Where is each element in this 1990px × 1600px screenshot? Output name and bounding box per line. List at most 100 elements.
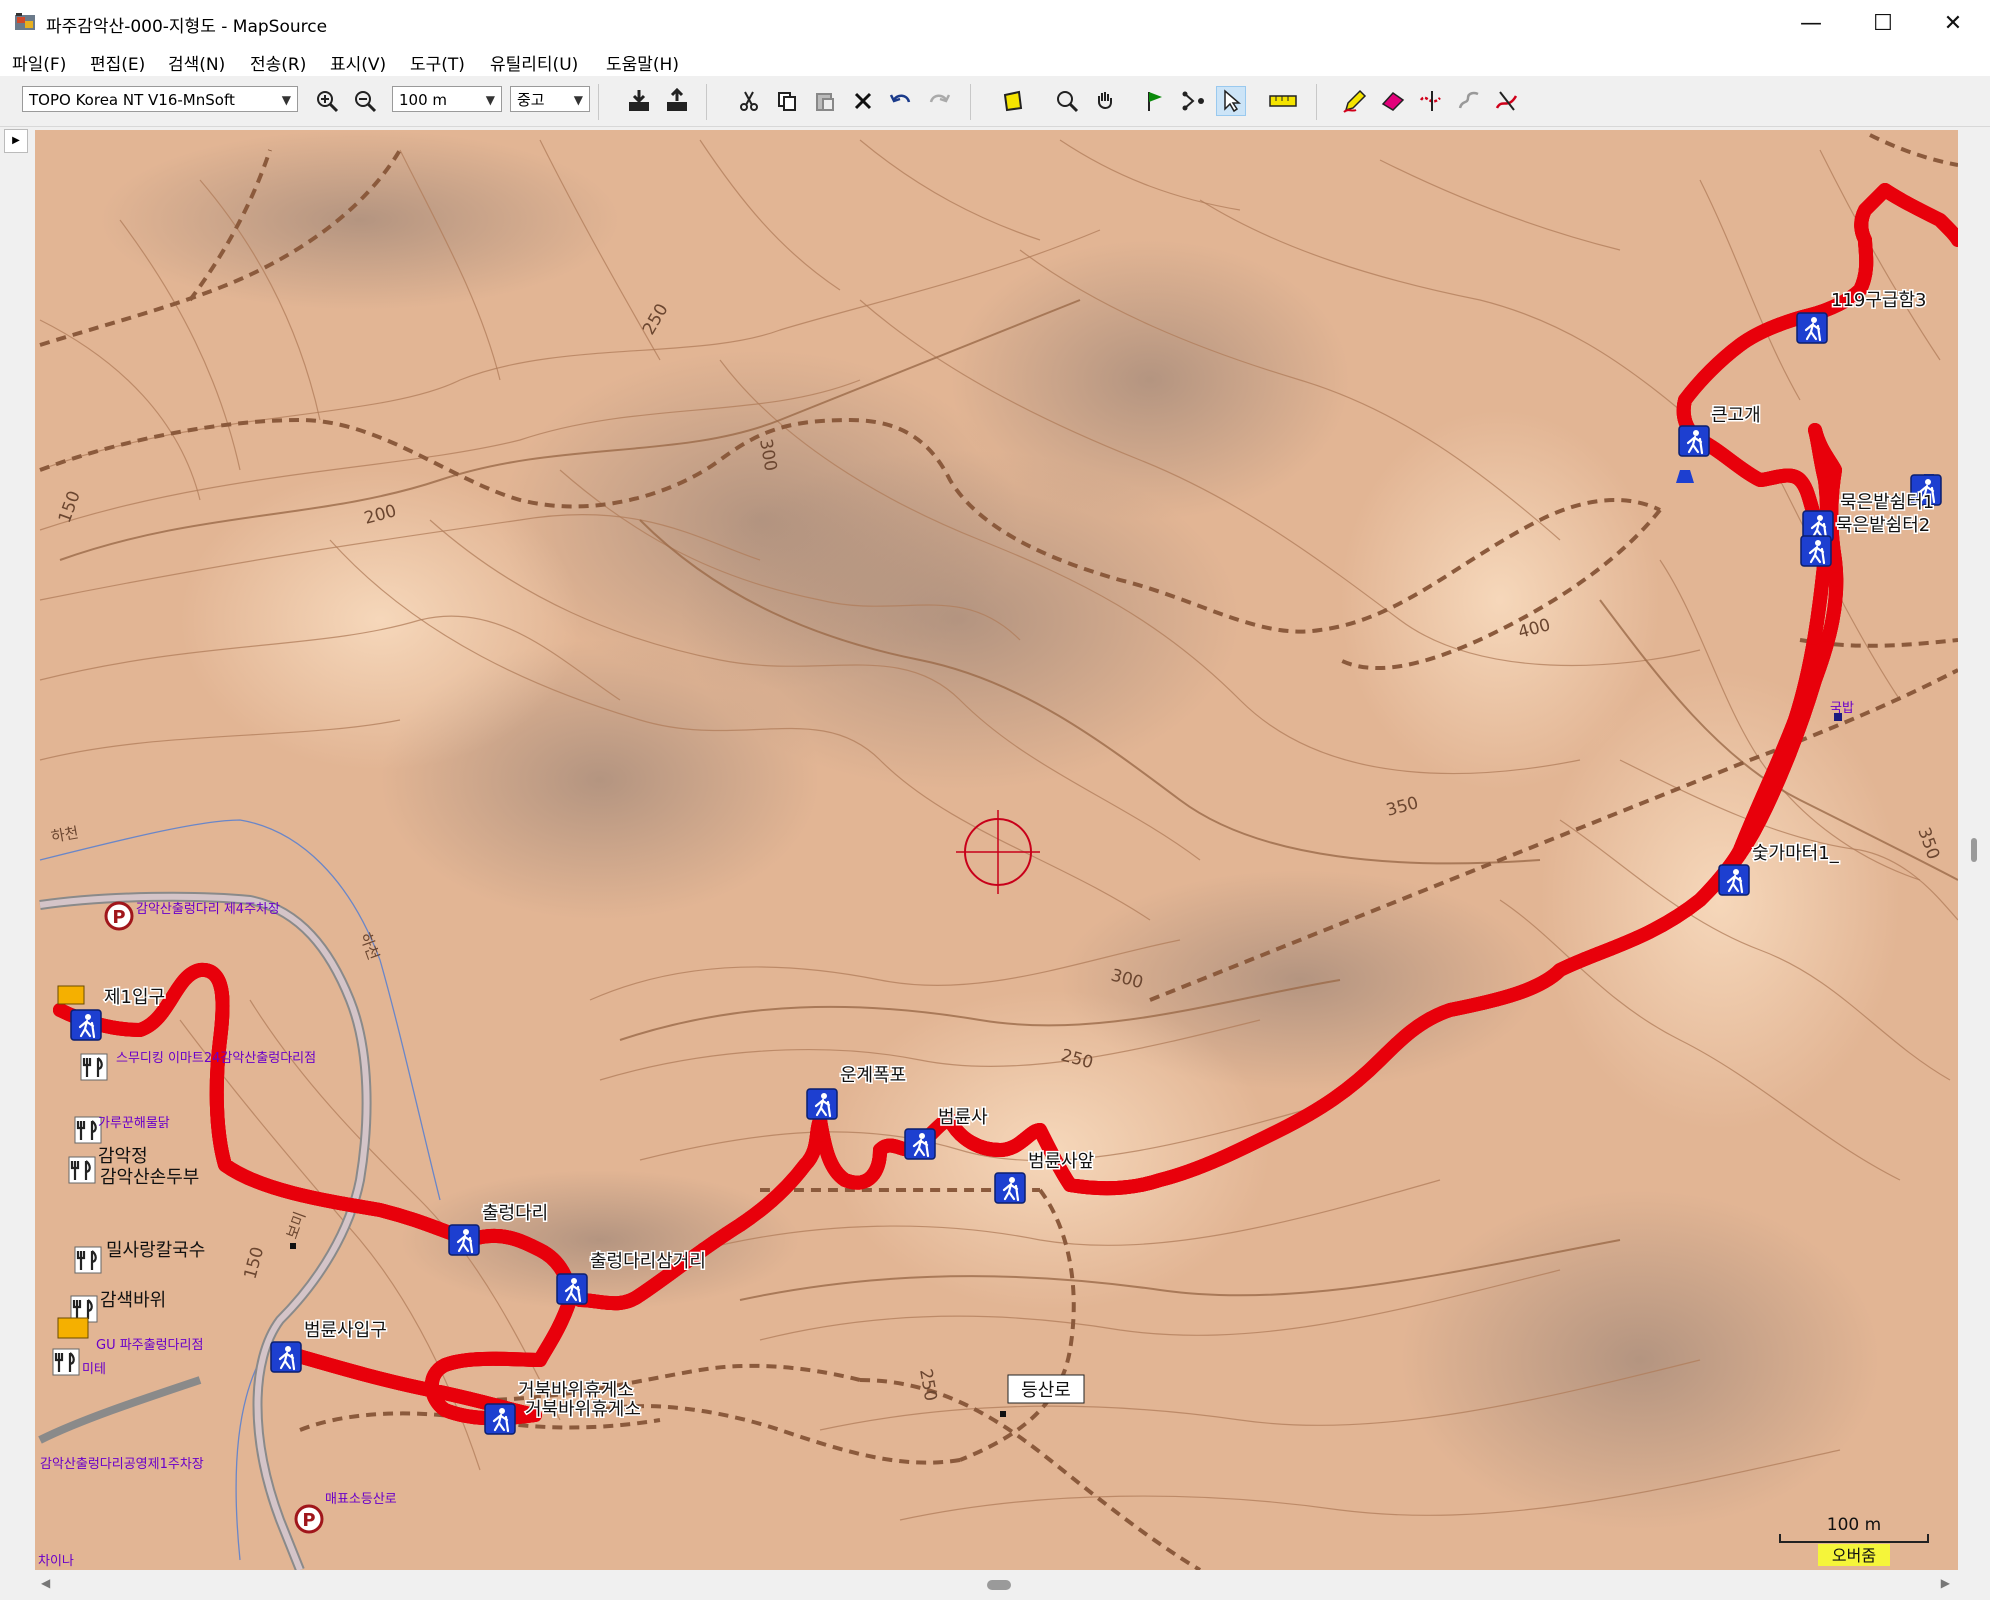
waypoint-label: 범륜사 [938,1107,988,1128]
poi-label: 밀사랑칼국수 [106,1240,205,1261]
map-view[interactable]: P [35,130,1958,1570]
expand-panel-button[interactable]: ▶ [4,129,28,153]
menu-help[interactable]: 도움말(H) [606,50,679,75]
poi-label: 감악정 [98,1146,148,1167]
restaurant-icon [51,1347,81,1377]
waypoint-hiker-icon [555,1272,589,1306]
restaurant-icon [67,1155,97,1185]
route-tool-icon[interactable] [1178,86,1208,116]
menu-transfer[interactable]: 전송(R) [250,50,306,75]
vertical-scrollbar[interactable] [1960,130,1990,1570]
title-bar: 파주감악산-000-지형도 - MapSource — ☐ ✕ [0,0,1990,46]
track-tool-icon[interactable] [1492,86,1522,116]
waypoint-hiker-icon [1677,424,1711,458]
send-to-device-icon[interactable] [662,86,692,116]
poi-label: GU 파주출렁다리점 [96,1338,203,1353]
waypoint-hiker-icon [805,1087,839,1121]
copy-icon[interactable] [772,86,802,116]
poi-label: 감악산손두부 [100,1167,199,1188]
waypoint-hiker-icon [447,1223,481,1257]
menu-search[interactable]: 검색(N) [168,50,225,75]
toolbar-separator [706,84,707,120]
delete-icon[interactable] [848,86,878,116]
waypoint-label: 묵은밭쉼터1 [1840,492,1934,513]
waypoint-label: 운계폭포 [840,1065,906,1086]
divide-track-icon[interactable] [1416,86,1446,116]
scroll-thumb[interactable] [1971,838,1977,862]
maximize-button[interactable]: ☐ [1848,0,1918,46]
detail-level-value: 중고 [517,91,545,109]
menu-bar: 파일(F) 편집(E) 검색(N) 전송(R) 표시(V) 도구(T) 유틸리티… [0,46,1990,76]
menu-edit[interactable]: 편집(E) [90,50,145,75]
poi-label: 감악산출렁다리공영제1주차장 [40,1457,204,1472]
poi-label: 감악산출렁다리 제4주차장 [136,902,280,917]
pan-hand-icon[interactable] [1090,86,1120,116]
horizontal-scrollbar[interactable]: ◀ ▶ [35,1572,1958,1598]
paste-icon[interactable] [810,86,840,116]
map-product-select[interactable]: TOPO Korea NT V16-MnSoft ▼ [22,86,298,112]
zoom-tool-icon[interactable] [1052,86,1082,116]
map-select-icon[interactable] [998,86,1028,116]
shop-icon [57,985,85,1005]
waypoint-label: 숯가마터1_ [1752,843,1840,864]
waypoint-hiker-icon [483,1402,517,1436]
close-button[interactable]: ✕ [1918,0,1988,46]
undo-icon[interactable] [886,86,916,116]
waypoint-label: 출렁다리 [482,1203,548,1224]
chevron-down-icon: ▼ [573,93,583,107]
poi-label: 매표소등산로 [325,1492,397,1507]
pencil-track-icon[interactable] [1340,86,1370,116]
selection-pointer-icon[interactable] [1216,86,1246,116]
waypoint-label: 범륜사앞 [1028,1151,1094,1172]
detail-level-select[interactable]: 중고 ▼ [510,86,590,112]
eraser-icon[interactable] [1378,86,1408,116]
waypoint-hiker-icon [1717,863,1751,897]
toolbar-separator [1316,84,1317,120]
scroll-thumb[interactable] [987,1580,1011,1590]
zoom-scale-value: 100 m [399,91,448,109]
waypoint-hiker-icon [903,1127,937,1161]
poi-label: 차이나 [38,1554,74,1569]
poi-label: 감색바위 [100,1290,166,1311]
waypoint-label: 출렁다리삼거리 [590,1251,706,1272]
map-canvas[interactable]: P [35,130,1958,1570]
waypoint-hiker-icon [69,1008,103,1042]
scroll-left-icon[interactable]: ◀ [41,1576,50,1590]
toolbar: TOPO Korea NT V16-MnSoft ▼ 100 m ▼ 중고 ▼ [0,78,1990,127]
trail-label: 등산로 [1021,1380,1071,1401]
parking-icon [104,901,134,931]
distance-ruler-icon[interactable] [1268,86,1298,116]
waypoint-hiker-icon [993,1171,1027,1205]
scroll-right-icon[interactable]: ▶ [1941,1576,1950,1590]
menu-tools[interactable]: 도구(T) [410,50,465,75]
restaurant-icon [73,1245,103,1275]
trail-marker-icon [1000,1411,1006,1417]
receive-from-device-icon[interactable] [624,86,654,116]
chevron-down-icon: ▼ [281,93,291,107]
waypoint-flag-icon[interactable] [1140,86,1170,116]
toolbar-separator [598,84,599,120]
redo-icon[interactable] [924,86,954,116]
overzoom-label: 오버줌 [1832,1546,1876,1565]
waypoint-label: 범륜사입구 [304,1320,387,1341]
waypoint-label: 거북바위휴게소 [525,1399,641,1420]
join-track-icon[interactable] [1454,86,1484,116]
restaurant-icon [79,1052,109,1082]
menu-utilities[interactable]: 유틸리티(U) [490,50,578,75]
menu-file[interactable]: 파일(F) [12,50,66,75]
menu-view[interactable]: 표시(V) [330,50,386,75]
window-title: 파주감악산-000-지형도 - MapSource [46,17,328,37]
poi-label: 미테 [82,1362,106,1377]
cut-icon[interactable] [734,86,764,116]
waypoint-hiker-icon [1795,311,1829,345]
zoom-out-icon[interactable] [350,86,380,116]
map-product-value: TOPO Korea NT V16-MnSoft [29,91,235,109]
waypoint-label: 묵은밭쉼터2 [1836,515,1930,536]
minimize-button[interactable]: — [1776,0,1846,46]
poi-label: 국밥 [1830,701,1854,716]
poi-label: 스무디킹 이마트24감악산출렁다리점 [116,1051,316,1066]
scale-label: 100 m [1827,1515,1881,1535]
zoom-in-icon[interactable] [312,86,342,116]
waypoint-label: 제1입구 [104,987,165,1008]
zoom-scale-select[interactable]: 100 m ▼ [392,86,502,112]
